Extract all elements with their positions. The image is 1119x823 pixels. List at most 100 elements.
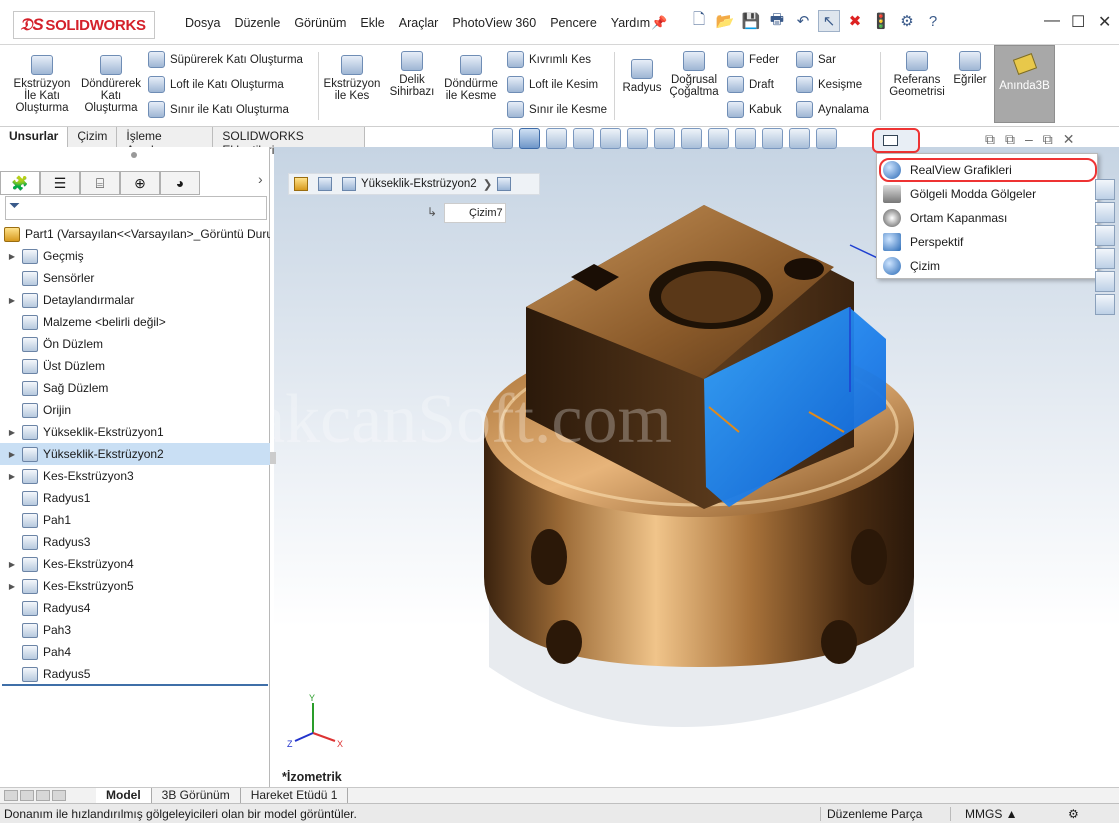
view-orientation-icon[interactable] — [519, 128, 540, 149]
viewport-min-icon[interactable]: – — [1025, 131, 1033, 148]
pin-icon[interactable]: 📌 — [651, 15, 667, 31]
menu-photoview[interactable]: PhotoView 360 — [445, 16, 543, 30]
zoom-to-area-icon[interactable] — [600, 128, 621, 149]
tab-motion-study[interactable]: Hareket Etüdü 1 — [241, 788, 349, 803]
expand-arrow-icon[interactable]: ▶ — [6, 296, 18, 305]
tab-cizim[interactable]: Çizim — [68, 127, 118, 147]
sweep-boss-button[interactable]: Süpürerek Katı Oluşturma — [148, 51, 303, 68]
revolve-cut-button[interactable]: Döndürme ile Kesme — [440, 55, 502, 102]
display-style-icon[interactable] — [735, 128, 756, 149]
menu-perspective[interactable]: Perspektif — [877, 230, 1097, 254]
tree-item[interactable]: ▶ Kes-Ekstrüzyon5 — [0, 575, 270, 597]
menu-yardim[interactable]: Yardım — [604, 16, 657, 30]
expand-arrow-icon[interactable]: ▶ — [6, 252, 18, 261]
expand-arrow-icon[interactable]: ▶ — [6, 582, 18, 591]
viewport-forward-icon[interactable]: ⧉ — [1005, 131, 1015, 148]
expand-arrow-icon[interactable]: ▶ — [6, 472, 18, 481]
menu-pencere[interactable]: Pencere — [543, 16, 604, 30]
undo-icon[interactable]: ↶ — [792, 10, 814, 32]
tree-item[interactable]: Üst Düzlem — [0, 355, 270, 377]
tree-item[interactable]: Malzeme <belirli değil> — [0, 311, 270, 333]
chevron-right-icon[interactable]: › — [258, 171, 263, 197]
options-icon[interactable]: ⚙ — [896, 10, 918, 32]
reference-geometry-button[interactable]: Referans Geometrisi — [885, 51, 949, 98]
tree-item[interactable]: Radyus4 — [0, 597, 270, 619]
open-icon[interactable]: 📂 — [714, 10, 736, 32]
property-manager-tab-icon[interactable]: ☰ — [40, 171, 80, 195]
splitter-handle[interactable] — [270, 452, 276, 464]
appearances-icon[interactable] — [1095, 271, 1115, 292]
extrude-boss-button[interactable]: Ekstrüzyon İle Katı Oluşturma — [6, 55, 78, 114]
dynamic-annotation-icon[interactable] — [681, 128, 702, 149]
face-icon[interactable] — [318, 177, 332, 191]
intersect-button[interactable]: Kesişme — [796, 76, 862, 93]
menu-cartoon[interactable]: Çizim — [877, 254, 1097, 278]
file-explorer-icon[interactable] — [1095, 225, 1115, 246]
section-view-icon[interactable] — [546, 128, 567, 149]
tree-item[interactable]: ▶ Kes-Ekstrüzyon4 — [0, 553, 270, 575]
menu-araclar[interactable]: Araçlar — [392, 16, 446, 30]
home-icon[interactable] — [1095, 179, 1115, 200]
loft-boss-button[interactable]: Loft ile Katı Oluşturma — [148, 76, 284, 93]
apply-scene-icon[interactable] — [816, 128, 837, 149]
traffic-light-icon[interactable]: 🚦 — [870, 10, 892, 32]
solidworks-logo[interactable]: 𝔇S SOLIDWORKS — [13, 11, 155, 39]
save-icon[interactable]: 💾 — [740, 10, 762, 32]
custom-properties-icon[interactable] — [1095, 294, 1115, 315]
expand-arrow-icon[interactable]: ▶ — [6, 428, 18, 437]
feature-icon[interactable] — [342, 177, 356, 191]
curves-button[interactable]: Eğriler — [950, 51, 990, 86]
breadcrumb-feature-label[interactable]: Yükseklik-Ekstrüzyon2 — [361, 178, 477, 190]
tree-item[interactable]: Radyus1 — [0, 487, 270, 509]
menu-gorunum[interactable]: Görünüm — [287, 16, 353, 30]
help-icon[interactable]: ? — [922, 10, 944, 32]
tree-item[interactable]: ▶ Detaylandırmalar — [0, 289, 270, 311]
panel-grip-icon[interactable] — [131, 152, 137, 158]
tree-item[interactable]: Sensörler — [0, 267, 270, 289]
first-tab-icon[interactable] — [4, 790, 18, 801]
menu-duzenle[interactable]: Düzenle — [227, 16, 287, 30]
tab-eklentiler[interactable]: SOLIDWORKS Eklentileri — [213, 127, 365, 157]
expand-arrow-icon[interactable]: ▶ — [6, 560, 18, 569]
filter-box[interactable]: ⏷ — [5, 196, 267, 220]
swept-cut-button[interactable]: Kıvrımlı Kes — [507, 51, 591, 68]
shell-button[interactable]: Kabuk — [727, 101, 782, 118]
normal-to-icon[interactable] — [492, 128, 513, 149]
mirror-button[interactable]: Aynalama — [796, 101, 869, 118]
tree-item[interactable]: Radyus3 — [0, 531, 270, 553]
display-manager-tab-icon[interactable]: ◕ — [160, 171, 200, 195]
hide-show-items-icon[interactable] — [762, 128, 783, 149]
tree-item[interactable]: Sağ Düzlem — [0, 377, 270, 399]
tree-item[interactable]: Pah1 — [0, 509, 270, 531]
tab-unsurlar[interactable]: Unsurlar — [0, 127, 69, 147]
lofted-cut-button[interactable]: Loft ile Kesim — [507, 76, 598, 93]
new-document-icon[interactable]: 🗋 — [688, 10, 710, 32]
section-view-2-icon[interactable] — [654, 128, 675, 149]
body-icon[interactable] — [497, 177, 512, 191]
boundary-cut-button[interactable]: Sınır ile Kesme — [507, 101, 607, 118]
viewport-back-icon[interactable]: ⧉ — [985, 131, 995, 148]
edit-appearance-icon[interactable] — [789, 128, 810, 149]
tab-model[interactable]: Model — [96, 788, 152, 803]
configuration-manager-tab-icon[interactable]: ⌸ — [80, 171, 120, 195]
minimize-button[interactable]: — — [1044, 12, 1060, 30]
last-tab-icon[interactable] — [52, 790, 66, 801]
status-units[interactable]: MMGS ▲ — [950, 806, 1060, 821]
viewport-close-icon[interactable]: ✕ — [1063, 131, 1075, 148]
wrap-button[interactable]: Sar — [796, 51, 836, 68]
zoom-to-fit-icon[interactable] — [573, 128, 594, 149]
instant3d-button[interactable]: Anında3B — [994, 45, 1055, 123]
tree-item[interactable]: ▶ Yükseklik-Ekstrüzyon2 — [0, 443, 270, 465]
close-button[interactable]: ✕ — [1098, 12, 1111, 32]
fillet-button[interactable]: Radyus — [620, 59, 664, 94]
close-x-icon[interactable]: ✖ — [844, 10, 866, 32]
tree-item[interactable]: Orijin — [0, 399, 270, 421]
prev-tab-icon[interactable] — [20, 790, 34, 801]
rebuild-icon[interactable]: ⚙ — [1060, 807, 1079, 821]
select-cursor-icon[interactable]: ↖ — [818, 10, 840, 32]
tab-isleme-araclari[interactable]: İşleme Araçları — [117, 127, 214, 157]
view-setting-icon[interactable] — [708, 128, 729, 149]
linear-pattern-button[interactable]: Doğrusal Çoğaltma — [666, 51, 722, 98]
tree-item[interactable]: ▶ Kes-Ekstrüzyon3 — [0, 465, 270, 487]
hole-wizard-button[interactable]: Delik Sihirbazı — [384, 51, 440, 98]
